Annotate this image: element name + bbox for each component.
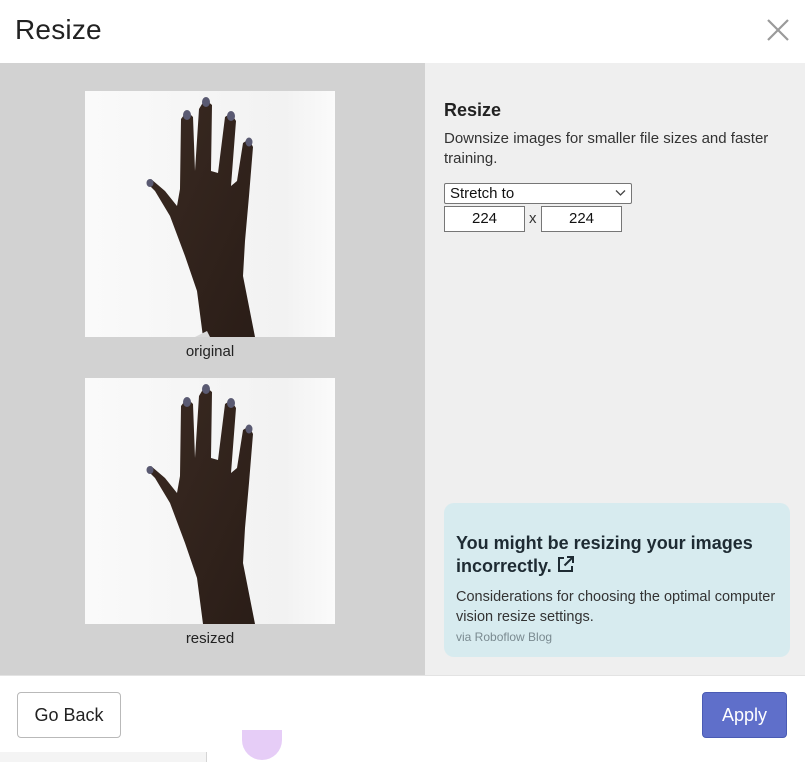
section-title: Resize: [444, 100, 502, 120]
avatar: [242, 730, 282, 760]
original-caption: original: [185, 343, 235, 360]
resize-tip-card[interactable]: You might be resizing your images incorr…: [444, 503, 790, 657]
tip-title: You might be resizing your images incorr…: [456, 532, 776, 578]
original-image: [85, 91, 335, 337]
close-icon[interactable]: [764, 16, 792, 44]
resize-dialog: Resize original resized Resize Downsize …: [0, 0, 805, 752]
settings-panel: Resize Downsize images for smaller file …: [425, 63, 805, 675]
dialog-footer: Go Back Apply: [0, 675, 805, 752]
resize-mode-select[interactable]: Stretch to: [444, 183, 632, 204]
dialog-title: Resize: [15, 14, 102, 45]
external-link-icon: [557, 556, 574, 572]
go-back-button[interactable]: Go Back: [17, 692, 121, 738]
background-sidebar: [0, 752, 207, 762]
tip-description: Considerations for choosing the optimal …: [456, 589, 776, 625]
dialog-header: Resize: [0, 0, 805, 63]
dimension-separator: x: [529, 210, 537, 227]
resized-caption: resized: [185, 630, 235, 647]
chevron-down-icon: [615, 190, 626, 196]
height-input[interactable]: 224: [541, 206, 622, 232]
resize-mode-value: Stretch to: [450, 185, 515, 202]
preview-panel: original resized: [0, 63, 425, 675]
tip-title-text: You might be resizing your images incorr…: [456, 533, 753, 576]
section-description: Downsize images for smaller file sizes a…: [444, 130, 769, 167]
apply-button[interactable]: Apply: [702, 692, 787, 738]
background-page: [0, 730, 805, 762]
width-input[interactable]: 224: [444, 206, 525, 232]
tip-source: via Roboflow Blog: [456, 630, 553, 644]
resized-image: [85, 378, 335, 624]
